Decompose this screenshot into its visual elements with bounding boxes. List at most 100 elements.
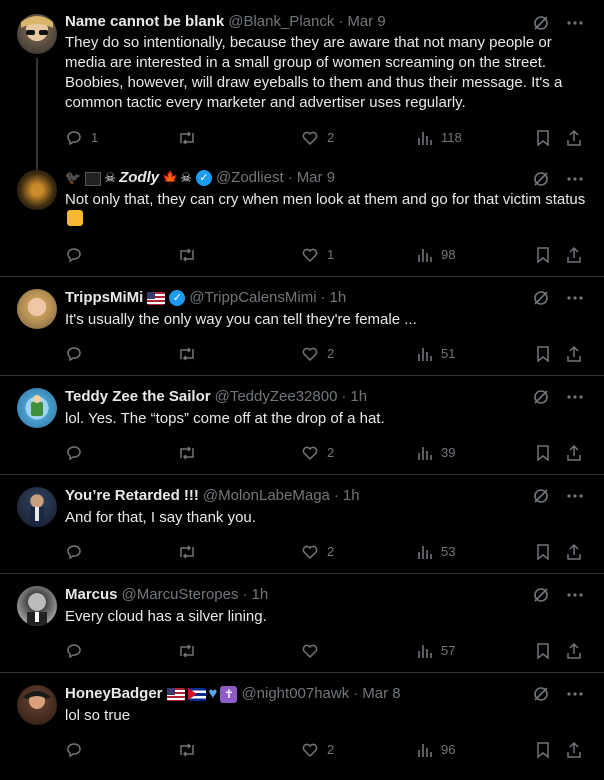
bookmark-button[interactable]: [535, 542, 551, 562]
tweet[interactable]: TrippsMiMi ✓ @TrippCalensMimi · 1h It's …: [0, 277, 604, 376]
views-button[interactable]: 51: [417, 344, 455, 364]
views-icon: [418, 132, 432, 145]
like-button[interactable]: 2: [301, 344, 334, 364]
retweet-icon: [180, 131, 194, 145]
avatar[interactable]: [17, 388, 57, 428]
avatar[interactable]: [17, 170, 57, 210]
views-icon: [418, 249, 432, 262]
avatar[interactable]: [17, 685, 57, 725]
reply-button[interactable]: [65, 542, 91, 562]
timestamp[interactable]: Mar 8: [362, 684, 400, 704]
views-button[interactable]: 53: [417, 542, 455, 562]
display-name[interactable]: Marcus: [65, 585, 118, 605]
tweet[interactable]: 🐦‍⬛ ☠ Zodly 🍁 ☠ ✓ @Zodliest · Mar 9 Not …: [0, 158, 604, 277]
user-handle[interactable]: @MolonLabeMaga: [203, 486, 330, 506]
tweet[interactable]: You’re Retarded !!! @MolonLabeMaga · 1h …: [0, 475, 604, 574]
timestamp[interactable]: Mar 9: [297, 168, 335, 188]
retweet-button[interactable]: [177, 740, 197, 760]
share-button[interactable]: [565, 443, 583, 463]
tweet[interactable]: Name cannot be blank @Blank_Planck · Mar…: [0, 0, 604, 170]
views-button[interactable]: 96: [417, 740, 455, 760]
avatar[interactable]: [17, 487, 57, 527]
retweet-button[interactable]: [177, 542, 197, 562]
retweet-button[interactable]: [177, 245, 197, 265]
views-button[interactable]: 57: [417, 641, 455, 661]
display-name[interactable]: Zodly: [119, 168, 159, 188]
action-bar: 1 2 118: [65, 128, 590, 148]
tweet[interactable]: Marcus @MarcuSteropes · 1h Every cloud h…: [0, 574, 604, 673]
share-button[interactable]: [565, 740, 583, 760]
heart-icon: [302, 743, 318, 758]
timestamp[interactable]: 1h: [251, 585, 268, 605]
display-name[interactable]: Name cannot be blank: [65, 12, 224, 32]
retweet-button[interactable]: [177, 641, 197, 661]
reply-button[interactable]: [65, 245, 91, 265]
timestamp[interactable]: 1h: [330, 288, 347, 308]
timestamp[interactable]: 1h: [343, 486, 360, 506]
tweet-text: lol. Yes. The “tops” come off at the dro…: [65, 410, 385, 427]
bookmark-button[interactable]: [535, 344, 551, 364]
share-button[interactable]: [565, 245, 583, 265]
tweet-text: They do so intentionally, because they a…: [65, 34, 563, 111]
bookmark-icon: [537, 544, 549, 561]
retweet-button[interactable]: [177, 443, 197, 463]
share-button[interactable]: [565, 344, 583, 364]
user-handle[interactable]: @MarcuSteropes: [122, 585, 239, 605]
beer-emoji-icon: [67, 210, 83, 226]
user-handle[interactable]: @Zodliest: [216, 168, 284, 188]
view-count: 98: [441, 247, 456, 262]
heart-icon: [302, 248, 318, 263]
display-name[interactable]: HoneyBadger: [65, 684, 163, 704]
timestamp[interactable]: Mar 9: [347, 12, 385, 32]
display-name[interactable]: Teddy Zee the Sailor: [65, 387, 211, 407]
views-button[interactable]: 98: [417, 245, 455, 265]
retweet-icon: [180, 248, 194, 262]
views-button[interactable]: 39: [417, 443, 455, 463]
like-button[interactable]: 2: [301, 542, 334, 562]
bookmark-button[interactable]: [535, 641, 551, 661]
like-button[interactable]: [301, 641, 327, 661]
action-bar: 2 96: [65, 740, 590, 760]
tweet[interactable]: HoneyBadger ♥ ✝ @night007hawk · Mar 8 lo…: [0, 673, 604, 780]
user-handle[interactable]: @TeddyZee32800: [215, 387, 338, 407]
like-button[interactable]: 2: [301, 740, 334, 760]
retweet-button[interactable]: [177, 344, 197, 364]
retweet-button[interactable]: [177, 128, 197, 148]
share-icon: [567, 129, 581, 146]
share-button[interactable]: [565, 641, 583, 661]
share-icon: [567, 741, 581, 758]
display-name[interactable]: You’re Retarded !!!: [65, 486, 199, 506]
views-icon: [418, 744, 432, 757]
reply-button[interactable]: [65, 344, 91, 364]
bookmark-button[interactable]: [535, 443, 551, 463]
avatar[interactable]: [17, 586, 57, 626]
user-handle[interactable]: @night007hawk: [241, 684, 349, 704]
share-icon: [567, 345, 581, 362]
reply-icon: [67, 545, 81, 560]
bookmark-button[interactable]: [535, 245, 551, 265]
heart-icon: [302, 446, 318, 461]
tweet[interactable]: Teddy Zee the Sailor @TeddyZee32800 · 1h…: [0, 376, 604, 475]
display-name[interactable]: TrippsMiMi: [65, 288, 143, 308]
reply-icon: [67, 248, 81, 263]
reply-button[interactable]: 1: [65, 128, 98, 148]
bookmark-button[interactable]: [535, 128, 551, 148]
avatar[interactable]: [17, 14, 57, 54]
bookmark-button[interactable]: [535, 740, 551, 760]
like-button[interactable]: 1: [301, 245, 334, 265]
share-icon: [567, 543, 581, 560]
views-button[interactable]: 118: [417, 128, 462, 148]
like-button[interactable]: 2: [301, 443, 334, 463]
reply-icon: [67, 347, 81, 362]
user-handle[interactable]: @Blank_Planck: [228, 12, 334, 32]
reply-button[interactable]: [65, 641, 91, 661]
timestamp[interactable]: 1h: [350, 387, 367, 407]
share-button[interactable]: [565, 128, 583, 148]
like-button[interactable]: 2: [301, 128, 334, 148]
reply-button[interactable]: [65, 740, 91, 760]
bookmark-icon: [537, 130, 549, 147]
share-button[interactable]: [565, 542, 583, 562]
user-handle[interactable]: @TrippCalensMimi: [189, 288, 316, 308]
avatar[interactable]: [17, 289, 57, 329]
reply-button[interactable]: [65, 443, 91, 463]
